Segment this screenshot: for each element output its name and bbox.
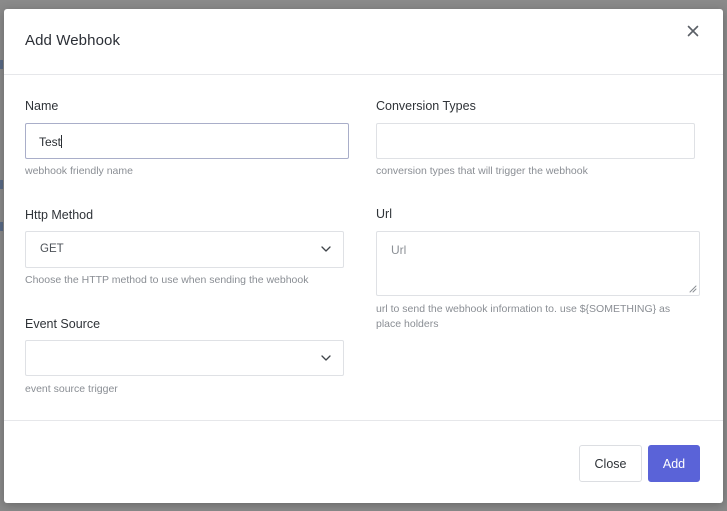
- resize-grip-icon[interactable]: [689, 285, 697, 293]
- backdrop-fragment: [0, 60, 3, 69]
- http-method-select[interactable]: GET: [25, 231, 344, 268]
- http-method-label: Http Method: [25, 208, 94, 222]
- name-input[interactable]: Test: [25, 123, 349, 159]
- http-method-help-text: Choose the HTTP method to use when sendi…: [25, 274, 309, 286]
- chevron-down-icon: [321, 355, 331, 361]
- backdrop-fragment: [0, 180, 3, 189]
- text-caret: [61, 135, 63, 148]
- name-label: Name: [25, 99, 59, 113]
- close-button[interactable]: Close: [579, 445, 642, 482]
- event-source-label: Event Source: [25, 317, 101, 331]
- url-label: Url: [376, 207, 392, 221]
- event-source-help-text: event source trigger: [25, 383, 118, 395]
- conversion-types-input[interactable]: [376, 123, 695, 159]
- chevron-down-icon: [321, 246, 331, 252]
- url-placeholder: Url: [391, 243, 407, 257]
- close-icon[interactable]: [685, 23, 701, 39]
- add-button[interactable]: Add: [648, 445, 700, 482]
- modal-footer: Close Add: [4, 420, 723, 503]
- url-textarea[interactable]: Url: [376, 231, 700, 296]
- backdrop-fragment: [0, 222, 3, 231]
- url-help-line-2: place holders: [376, 318, 439, 330]
- url-help-text: url to send the webhook information to. …: [376, 302, 670, 332]
- name-input-value: Test: [39, 135, 63, 149]
- modal-title: Add Webhook: [25, 32, 121, 49]
- name-help-text: webhook friendly name: [25, 165, 133, 177]
- modal-header: Add Webhook: [4, 9, 723, 75]
- http-method-selected-value: GET: [40, 243, 64, 255]
- add-webhook-modal: Add Webhook Name Test webhook friendly n…: [4, 9, 723, 503]
- url-help-line-1: url to send the webhook information to. …: [376, 303, 671, 315]
- conversion-types-label: Conversion Types: [376, 99, 476, 113]
- conversion-types-help-text: conversion types that will trigger the w…: [376, 165, 588, 177]
- event-source-select[interactable]: [25, 340, 344, 376]
